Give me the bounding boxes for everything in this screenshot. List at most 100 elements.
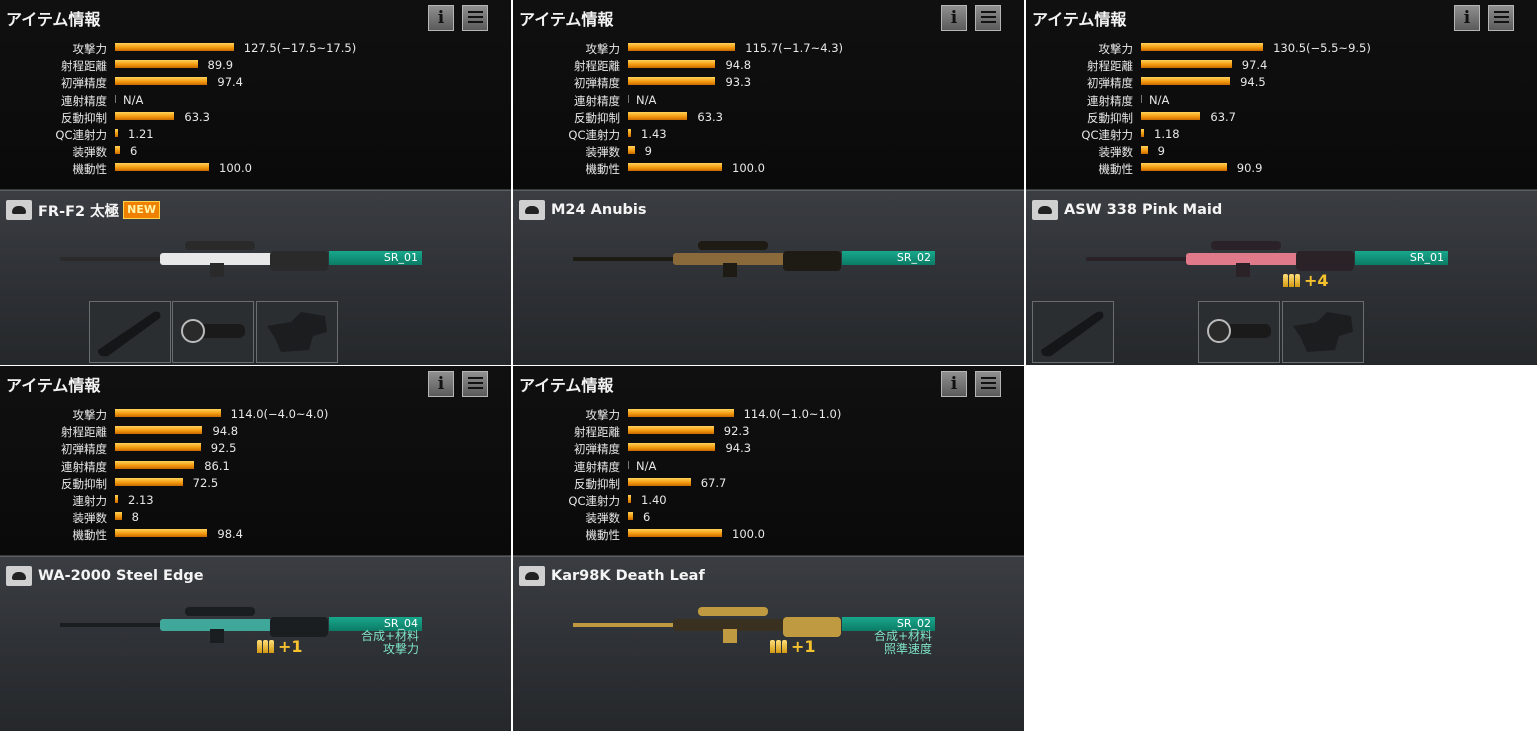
grip-icon	[1041, 311, 1104, 357]
stat-bar	[628, 443, 716, 452]
weapon-name: M24 Anubis	[551, 202, 647, 218]
stock-slot[interactable]	[1282, 301, 1364, 363]
weapon-header: M24 Anubis	[519, 199, 647, 221]
ammo-bonus: +4	[1283, 271, 1329, 290]
stat-label: 装弾数	[72, 511, 108, 526]
stat-row: 連射精度 N/A	[513, 458, 1024, 474]
info-icon[interactable]: i	[1454, 5, 1480, 31]
stat-value: N/A	[636, 458, 657, 473]
ammo-bonus: +1	[257, 637, 303, 656]
weapon-class-tag: SR_01	[329, 251, 422, 265]
stat-label: QC連射力	[1081, 128, 1133, 142]
new-badge: NEW	[123, 201, 160, 219]
weapon-panel[interactable]: FR-F2 太極 NEW SR_01	[0, 190, 511, 365]
weapon-panel[interactable]: M24 Anubis SR_02	[513, 190, 1024, 365]
stat-label: 攻撃力	[72, 42, 108, 56]
stat-label: 連射精度	[574, 93, 620, 108]
stat-value: 92.5	[210, 441, 237, 456]
stat-label: 連射精度	[1087, 93, 1133, 108]
stat-bar	[115, 146, 120, 155]
stat-bar	[115, 43, 234, 51]
stat-label: QC連射力	[568, 494, 620, 508]
bullet-icon	[770, 640, 788, 653]
stat-row: 機動性 100.0	[513, 526, 1024, 542]
stat-bar	[628, 43, 736, 51]
detail-list-icon[interactable]	[462, 5, 488, 31]
stat-value: 90.9	[1236, 161, 1263, 176]
stat-bar	[628, 477, 691, 486]
stat-label: 射程距離	[574, 59, 620, 74]
weapon-panel[interactable]: Kar98K Death Leaf SR_02 合成+材料 照準速度 +1	[513, 556, 1024, 731]
stats-panel: アイテム情報 i 攻撃力 114.0(−1.0~1.0) 射程距離 92.3 初弾精度 94.…	[513, 366, 1024, 556]
stat-label: 機動性	[72, 162, 108, 177]
stat-row: 装弾数 6	[513, 509, 1024, 525]
info-icon[interactable]: i	[941, 371, 967, 397]
stat-label: 初弾精度	[61, 76, 107, 91]
stat-bar	[1141, 163, 1227, 172]
weapon-header: FR-F2 太極 NEW	[6, 199, 160, 221]
stat-value: N/A	[636, 92, 657, 107]
stat-value: 92.3	[723, 424, 750, 439]
stat-row: 攻撃力 114.0(−1.0~1.0)	[513, 406, 1024, 422]
stats-panel: アイテム情報 i 攻撃力 130.5(−5.5~9.5) 射程距離 97.4 初弾精度 94.…	[1026, 0, 1537, 190]
stat-row: 機動性 100.0	[0, 160, 511, 176]
info-icon[interactable]: i	[428, 5, 454, 31]
grip-slot[interactable]	[1032, 301, 1114, 363]
stat-row: 攻撃力 115.7(−1.7~4.3)	[513, 40, 1024, 56]
stat-bar	[115, 495, 118, 503]
stat-value: 89.9	[207, 58, 234, 73]
detail-list-icon[interactable]	[975, 371, 1001, 397]
stat-value: 6	[129, 144, 138, 159]
detail-list-icon[interactable]	[1488, 5, 1514, 31]
stat-label: 射程距離	[1087, 59, 1133, 74]
stat-row: QC連射力 1.40	[513, 492, 1024, 508]
stat-value: 127.5(−17.5~17.5)	[243, 41, 357, 55]
stat-row: 装弾数 9	[1026, 143, 1537, 159]
stat-row: 射程距離 89.9	[0, 57, 511, 73]
stat-row: 機動性 100.0	[513, 160, 1024, 176]
stat-bar	[1141, 43, 1264, 51]
stat-label: 初弾精度	[574, 442, 620, 457]
stat-label: 射程距離	[574, 425, 620, 440]
stat-bar	[628, 512, 633, 521]
stat-bar	[115, 129, 118, 137]
stat-row: QC連射力 1.43	[513, 126, 1024, 142]
weapon-name: WA-2000 Steel Edge	[38, 568, 204, 584]
ammo-bonus-value: +1	[791, 637, 816, 656]
detail-list-icon[interactable]	[462, 371, 488, 397]
stat-label: 機動性	[585, 528, 621, 543]
stat-value: 72.5	[192, 475, 219, 490]
stat-bar	[115, 163, 210, 172]
panel-title: アイテム情報	[6, 376, 101, 395]
scope-slot[interactable]	[172, 301, 254, 363]
stat-value: 115.7(−1.7~4.3)	[745, 41, 843, 55]
stat-row: 初弾精度 94.3	[513, 440, 1024, 456]
stat-bar	[1141, 77, 1231, 86]
stat-row: 初弾精度 94.5	[1026, 74, 1537, 90]
stat-bar	[1141, 111, 1201, 120]
grip-slot[interactable]	[89, 301, 171, 363]
stat-label: 反動抑制	[61, 476, 107, 491]
weapon-panel[interactable]: ASW 338 Pink Maid SR_01 +4	[1026, 190, 1537, 365]
scope-slot[interactable]	[1198, 301, 1280, 363]
weapon-class-tag: SR_02	[842, 251, 935, 265]
stat-bar	[628, 495, 631, 503]
stats-panel: アイテム情報 i 攻撃力 114.0(−4.0~4.0) 射程距離 94.8 初弾精度 92.…	[0, 366, 511, 556]
stat-label: 連射精度	[61, 459, 107, 474]
stat-row: 装弾数 6	[0, 143, 511, 159]
stat-row: QC連射力 1.18	[1026, 126, 1537, 142]
stat-bar	[115, 426, 203, 435]
duck-icon	[519, 200, 545, 220]
ammo-bonus: +1	[770, 637, 816, 656]
stat-value: 86.1	[204, 458, 230, 473]
stat-bar	[628, 409, 734, 417]
stat-row: 機動性 98.4	[0, 526, 511, 542]
detail-list-icon[interactable]	[975, 5, 1001, 31]
info-icon[interactable]: i	[941, 5, 967, 31]
stock-slot[interactable]	[256, 301, 338, 363]
info-icon[interactable]: i	[428, 371, 454, 397]
stat-value: N/A	[1149, 92, 1170, 107]
stat-label: 初弾精度	[574, 76, 620, 91]
weapon-name: ASW 338 Pink Maid	[1064, 202, 1223, 218]
weapon-panel[interactable]: WA-2000 Steel Edge SR_04 合成+材料 攻撃力 +1	[0, 556, 511, 731]
